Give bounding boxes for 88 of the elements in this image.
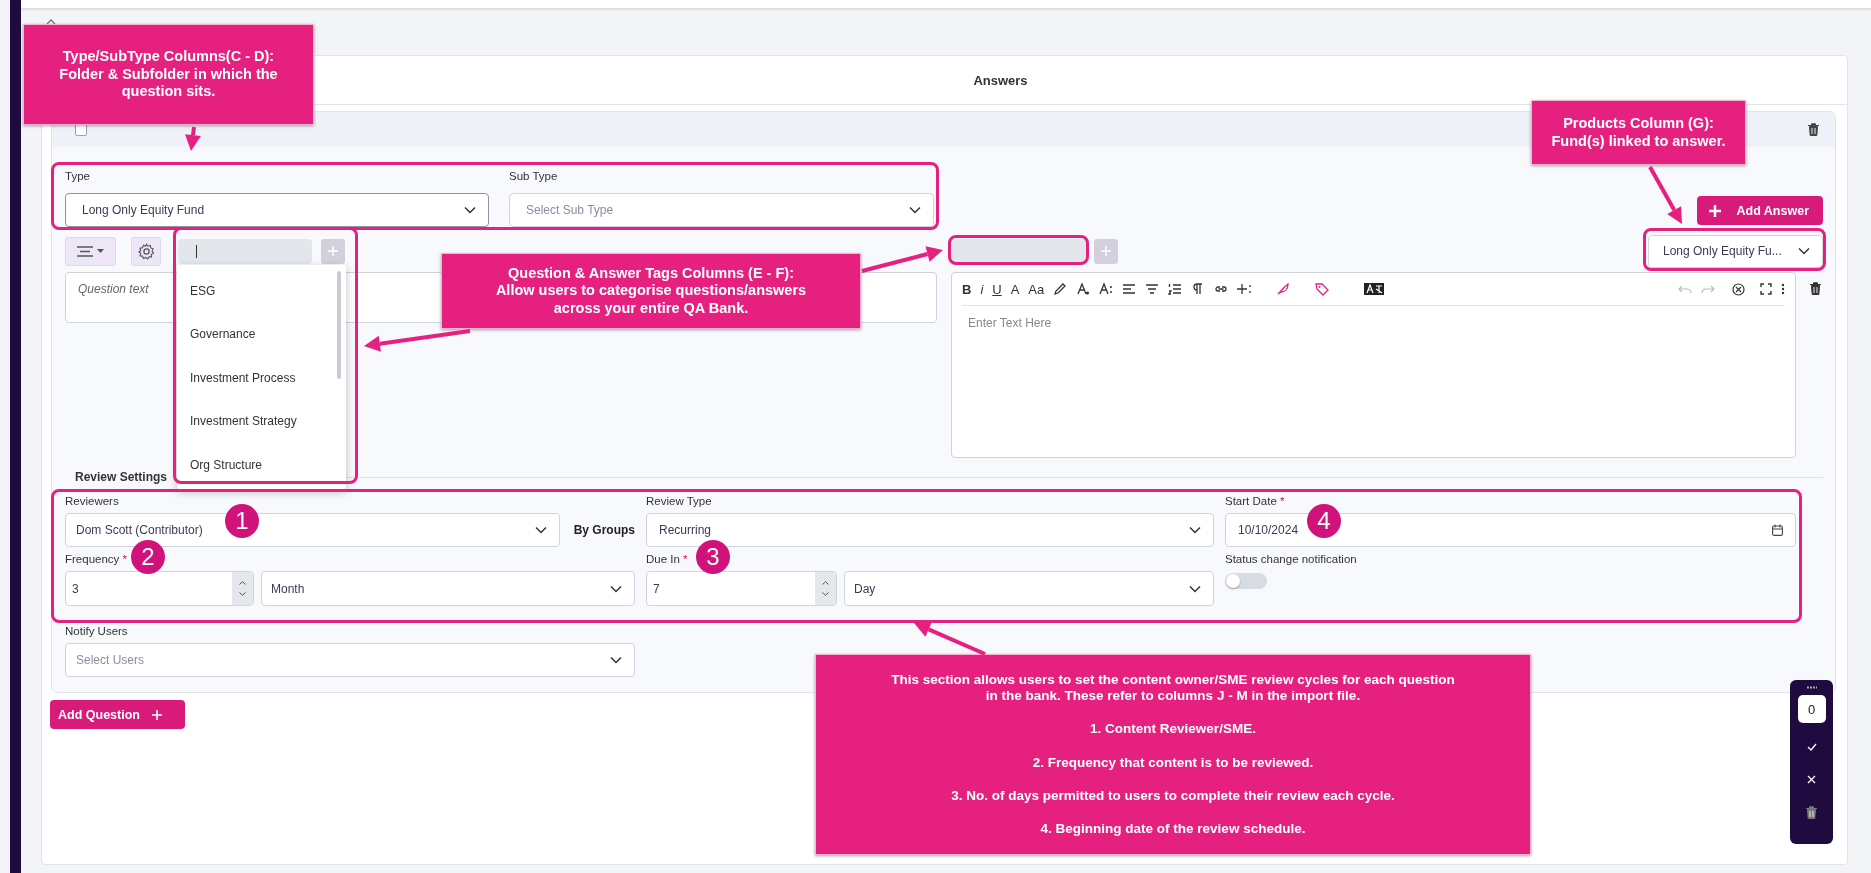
dropdown-option[interactable]: Investment Process <box>177 356 346 400</box>
dropdown-option[interactable]: ESG <box>177 269 346 313</box>
due-in-input[interactable]: 7 <box>646 571 837 606</box>
scrollbar[interactable] <box>337 271 341 379</box>
format-button[interactable]: U <box>992 282 1002 296</box>
field-label: Sub Type <box>509 169 559 184</box>
dropdown-option[interactable]: Org Structure <box>177 443 346 487</box>
chevron-down-icon <box>1189 584 1201 593</box>
chevron-up-icon <box>822 581 829 586</box>
arrow <box>185 126 201 151</box>
plus-icon <box>328 246 338 256</box>
callout-text: 3. No. of days permitted to users to complete their review each cycle. <box>951 787 1395 804</box>
more-icon[interactable] <box>1781 283 1785 295</box>
translate-icon[interactable] <box>1364 283 1385 295</box>
tag-icon[interactable] <box>1315 282 1330 296</box>
field-label: Type <box>65 169 91 184</box>
plus-icon <box>151 709 162 720</box>
toggle-knob[interactable] <box>1226 574 1240 588</box>
caret-icon <box>97 249 104 253</box>
toggle-switch[interactable] <box>1225 573 1267 589</box>
chevron-up-icon <box>239 581 246 586</box>
trash-icon[interactable] <box>1810 282 1821 295</box>
settings-icon <box>137 242 155 260</box>
callout-text: 4. Beginning date of the review schedule. <box>1040 820 1306 838</box>
format-button[interactable]: i <box>980 282 984 296</box>
frequency-input[interactable]: 3 <box>65 571 254 606</box>
dropdown-option[interactable]: Investment Strategy <box>177 399 346 443</box>
field-label: Frequency * <box>65 552 128 567</box>
review-type-select[interactable]: Recurring <box>646 513 1214 547</box>
callout-text: Question & Answer Tags Columns (E - F): Allow users to categorise questions/answers across your entire QA Bank. <box>495 264 807 318</box>
due-in-unit-select[interactable]: Day <box>844 571 1214 606</box>
format-button[interactable]: B <box>962 282 972 296</box>
align-icon <box>77 245 93 257</box>
plus-icon <box>1101 246 1111 256</box>
add-question-button[interactable]: Add Question <box>50 700 185 729</box>
dropdown-option[interactable]: Governance <box>177 312 346 356</box>
field-label: Start Date * <box>1225 494 1285 509</box>
field-label: Reviewers <box>65 494 119 509</box>
add-answer-button[interactable]: Add Answer <box>1696 196 1823 225</box>
close-icon[interactable] <box>1807 775 1816 784</box>
chevron-down-icon <box>1798 247 1810 255</box>
chevron-down-icon <box>909 206 921 214</box>
field-label: Status change notification <box>1225 552 1357 567</box>
chevron-down-icon <box>534 526 547 534</box>
field-label: Due In * <box>646 552 688 567</box>
align-left-icon[interactable] <box>1122 282 1137 296</box>
fullscreen-icon[interactable] <box>1760 283 1772 295</box>
chevron-down-icon <box>610 584 622 593</box>
callout-text: Products Column (G): Fund(s) linked to answer. <box>1551 115 1726 150</box>
plus-icon <box>1708 204 1721 217</box>
drag-handle-icon[interactable] <box>1806 686 1817 689</box>
text-color-icon[interactable] <box>1076 282 1091 296</box>
frequency-unit-select[interactable]: Month <box>261 571 635 606</box>
tag-input[interactable] <box>178 238 312 264</box>
callout-text: 1. Content Reviewer/SME. <box>1090 721 1256 738</box>
highlighter-icon[interactable] <box>1053 282 1068 296</box>
chevron-down-icon <box>610 656 622 664</box>
chevron-down-icon <box>1189 526 1201 534</box>
check-icon[interactable] <box>1806 743 1817 751</box>
section-heading: Review Settings <box>74 470 169 484</box>
insert-icon[interactable] <box>1237 282 1252 296</box>
count-badge: 0 <box>1797 695 1826 723</box>
settings-button[interactable] <box>131 236 161 266</box>
align-menu-button[interactable] <box>65 236 116 266</box>
chevron-down-icon <box>464 206 476 214</box>
font-size-icon[interactable] <box>1099 282 1114 296</box>
callout-text: 2. Frequency that content is to be reviewed. <box>1032 754 1314 771</box>
section-title: Answers <box>973 72 1028 88</box>
trash-icon[interactable] <box>1808 123 1819 136</box>
callout-text: Type/SubType Columns(C - D): Folder & Subfolder in which the question sits. <box>59 48 278 101</box>
format-button[interactable]: Aa <box>1028 282 1045 296</box>
by-groups-link[interactable]: By Groups <box>573 523 635 537</box>
calendar-icon <box>1772 524 1783 536</box>
trash-icon[interactable] <box>1806 806 1817 819</box>
align-center-icon[interactable] <box>1145 282 1160 296</box>
format-button[interactable]: A <box>1010 282 1020 296</box>
chevron-down-icon <box>239 591 246 596</box>
numbered-list-icon[interactable] <box>1168 282 1183 296</box>
type-select[interactable]: Long Only Equity Fund <box>65 193 489 227</box>
chevron-down-icon <box>822 591 829 596</box>
field-label: Notify Users <box>65 624 128 639</box>
callout-text: This section allows users to set the content owner/SME review cycles for each question in the bank. These refer to columns J - M in the import file. <box>891 671 1455 705</box>
products-select[interactable]: Long Only Equity Fu... <box>1648 234 1823 268</box>
editor-placeholder: Enter Text Here <box>967 315 1053 332</box>
text-editor[interactable]: B i U A Aa Enter Text Here <box>951 272 1796 458</box>
field-label: Review Type <box>646 494 712 509</box>
clear-icon[interactable] <box>1732 282 1745 296</box>
feather-icon[interactable] <box>1276 282 1291 296</box>
